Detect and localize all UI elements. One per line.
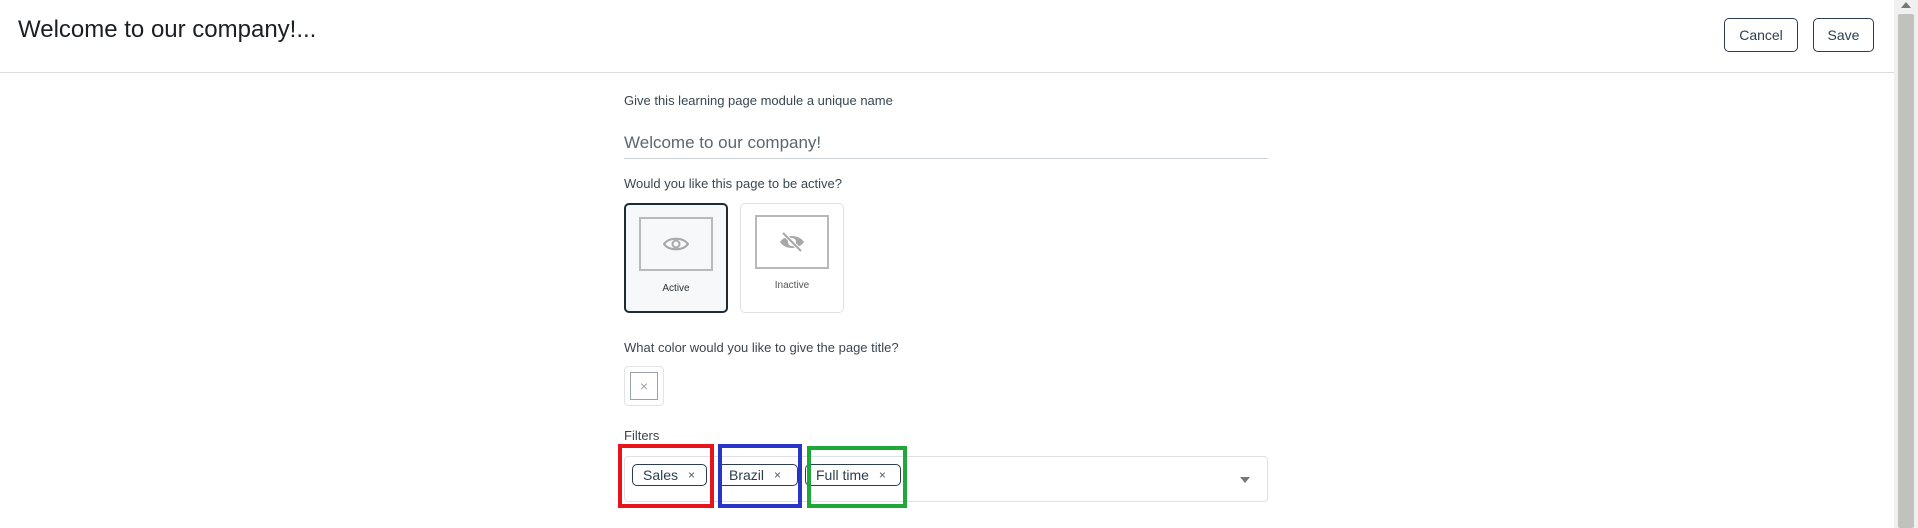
module-name-input[interactable] bbox=[624, 128, 1268, 159]
filter-chip-label: Brazil bbox=[729, 467, 765, 483]
scroll-up-arrow-icon[interactable] bbox=[1901, 2, 1911, 8]
inactive-option-card[interactable]: Inactive bbox=[740, 203, 844, 313]
header-bar: Welcome to our company!... Cancel Save bbox=[0, 0, 1894, 73]
filter-chip-label: Sales bbox=[643, 467, 679, 483]
scrollbar-thumb[interactable] bbox=[1898, 14, 1914, 528]
inactive-option-label: Inactive bbox=[774, 280, 810, 291]
no-color-icon: × bbox=[630, 372, 658, 400]
remove-filter-icon[interactable]: × bbox=[688, 468, 695, 482]
name-field-label: Give this learning page module a unique … bbox=[624, 93, 893, 108]
color-question-label: What color would you like to give the pa… bbox=[624, 340, 899, 355]
title-color-picker[interactable]: × bbox=[624, 366, 664, 406]
vertical-scrollbar[interactable] bbox=[1894, 0, 1918, 528]
active-option-label: Active bbox=[662, 283, 690, 294]
filter-chip-label: Full time bbox=[816, 467, 869, 483]
filter-chip-brazil: Brazil × bbox=[718, 464, 798, 486]
eye-off-icon bbox=[755, 215, 829, 269]
eye-icon bbox=[639, 217, 713, 271]
filter-chip-sales: Sales × bbox=[632, 464, 707, 486]
chevron-down-icon[interactable] bbox=[1240, 477, 1250, 483]
remove-filter-icon[interactable]: × bbox=[879, 468, 886, 482]
cancel-button[interactable]: Cancel bbox=[1724, 18, 1798, 52]
page-title: Welcome to our company!... bbox=[18, 16, 317, 43]
active-option-card[interactable]: Active bbox=[624, 203, 728, 313]
remove-filter-icon[interactable]: × bbox=[774, 468, 781, 482]
filters-label: Filters bbox=[624, 428, 660, 443]
filter-chip-full-time: Full time × bbox=[805, 464, 901, 486]
save-button[interactable]: Save bbox=[1813, 18, 1874, 52]
active-question-label: Would you like this page to be active? bbox=[624, 176, 843, 191]
